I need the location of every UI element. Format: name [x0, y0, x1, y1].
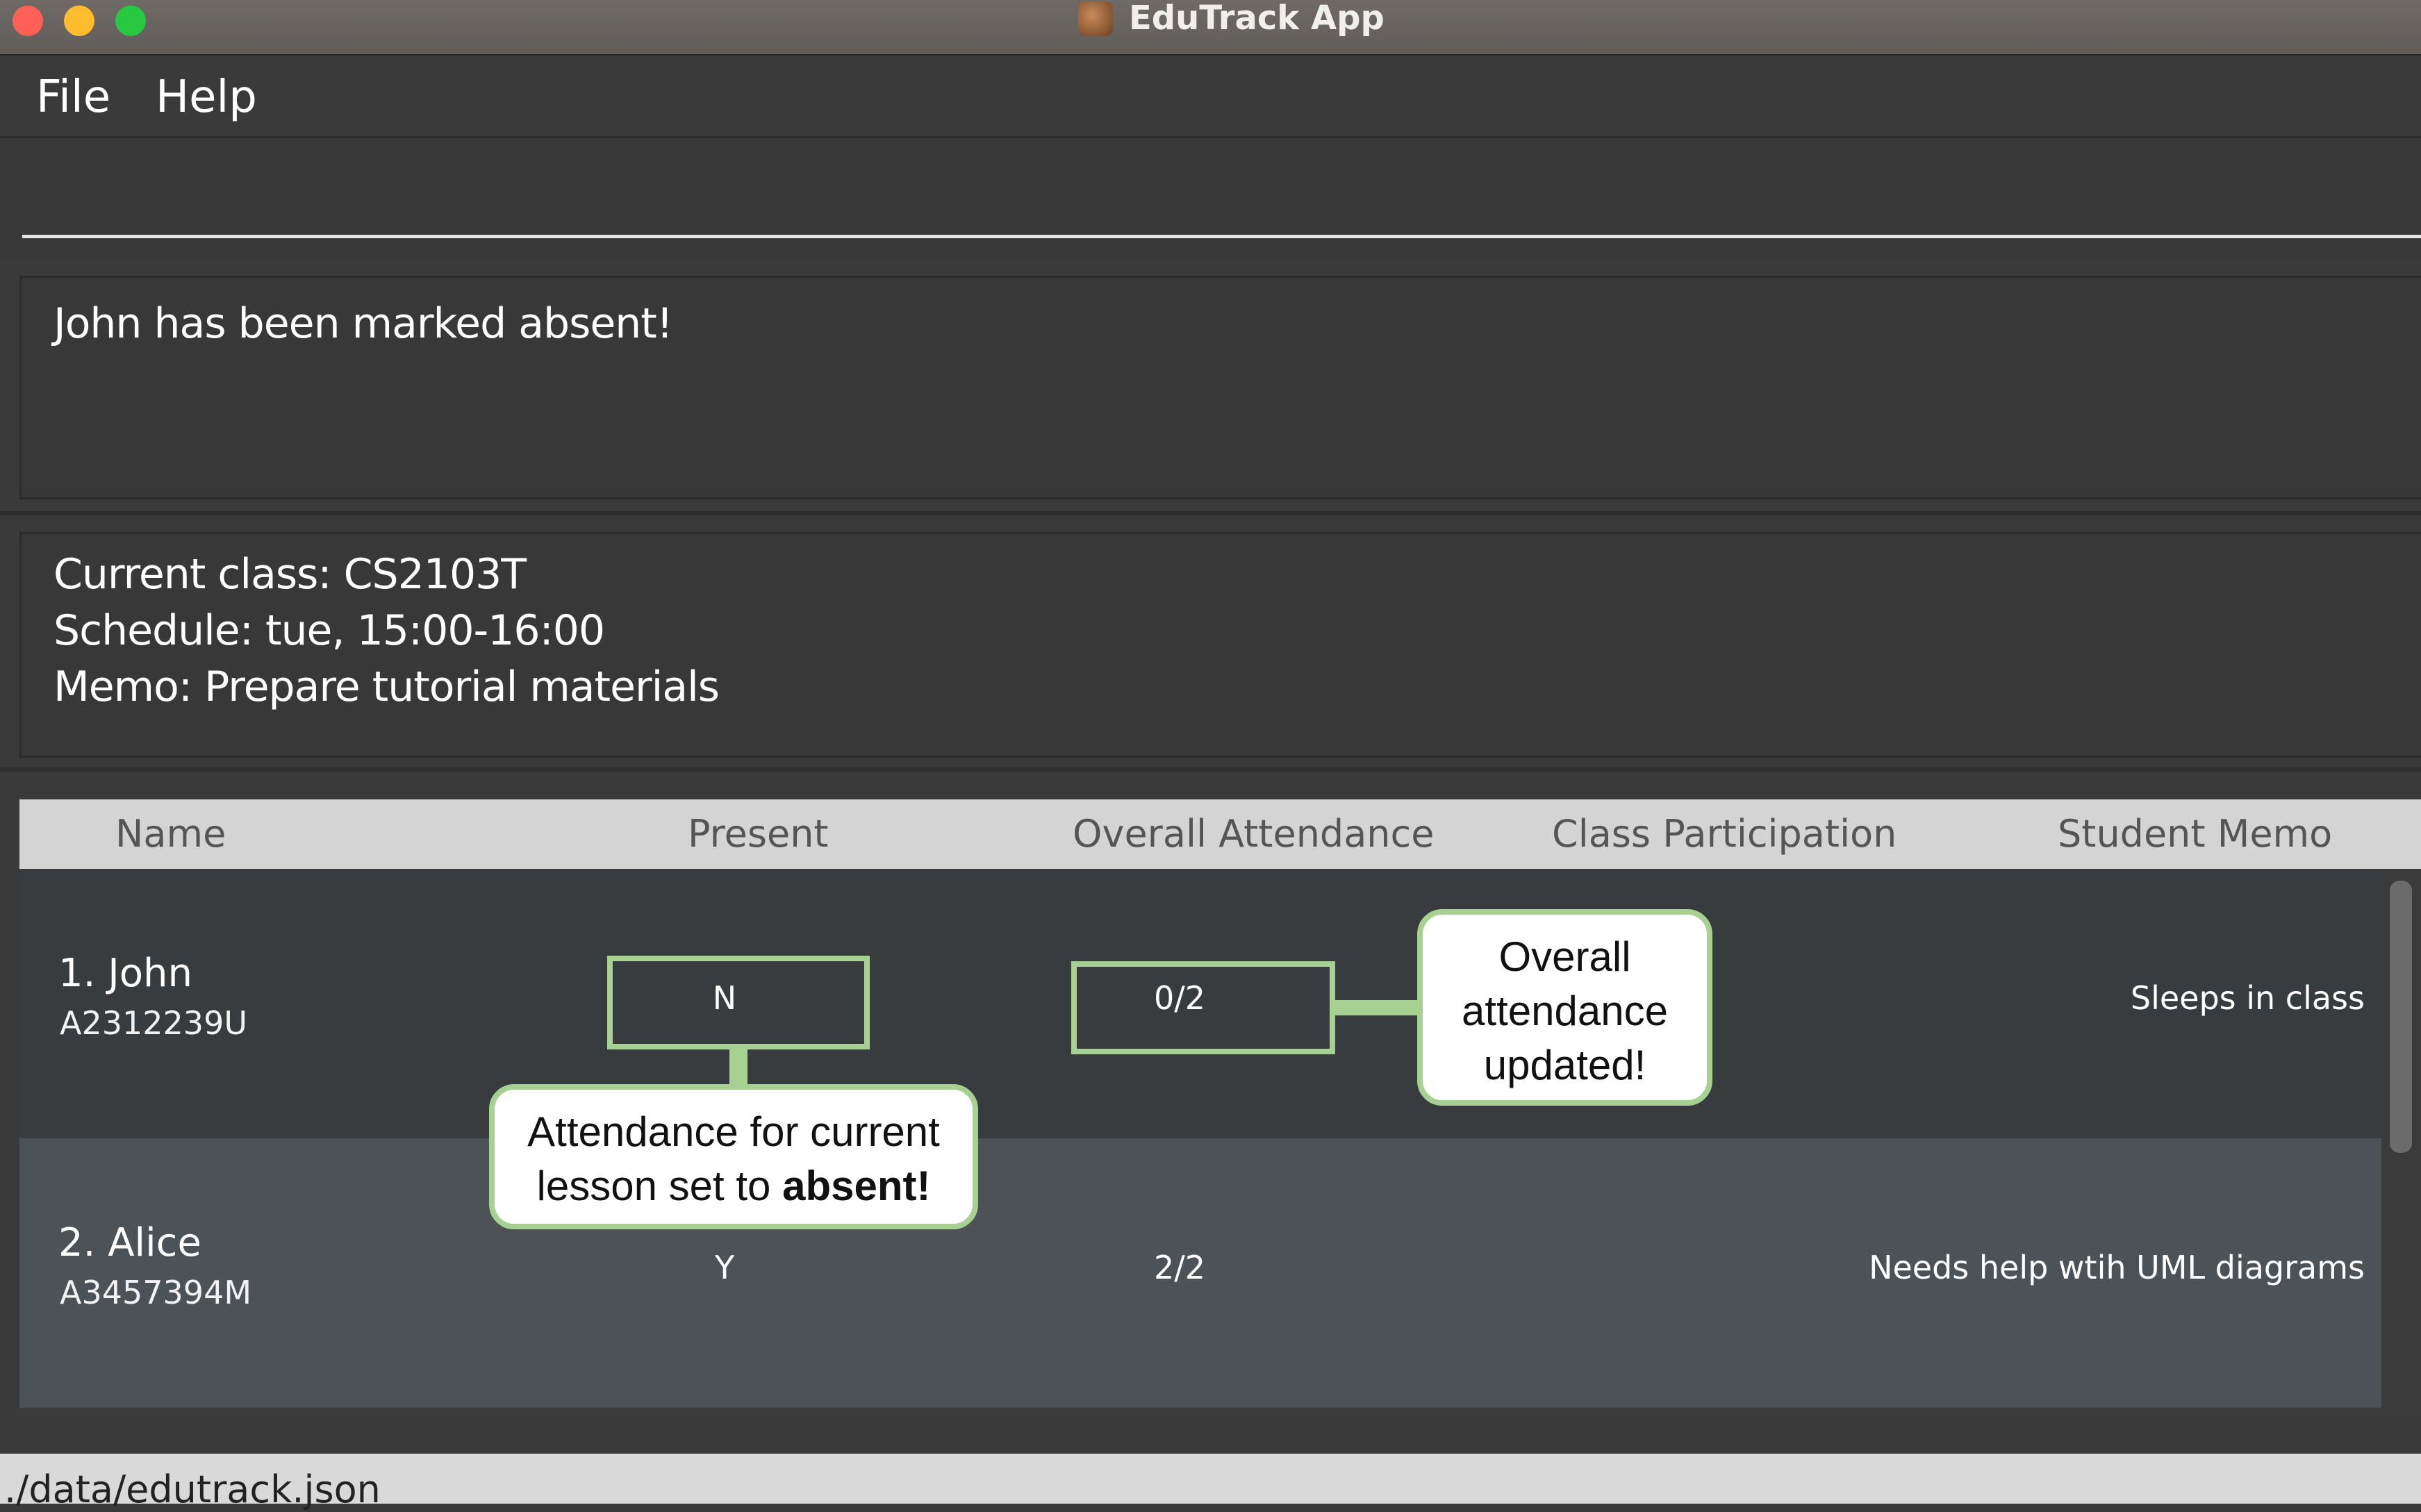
window-title: EduTrack App: [1129, 0, 1385, 38]
callout-text: updated!: [1483, 1042, 1646, 1088]
column-header-overall-attendance[interactable]: Overall Attendance: [1073, 799, 1434, 869]
student-memo-value: Needs help wtih UML diagrams: [1869, 1249, 2365, 1286]
student-id: A2312239U: [60, 1004, 248, 1042]
attendance-callout: Overall attendance updated!: [1417, 909, 1712, 1106]
title-bar: EduTrack App: [0, 0, 2421, 56]
present-callout: Attendance for current lesson set to abs…: [489, 1084, 978, 1229]
callout-connector: [729, 1046, 747, 1088]
menu-bar: File Help: [0, 56, 2421, 138]
attendance-highlight-box: [1071, 961, 1335, 1054]
close-window-button[interactable]: [13, 6, 43, 36]
panel-divider: [0, 767, 2421, 772]
minimize-window-button[interactable]: [64, 6, 94, 36]
table-row[interactable]: 2. Alice A3457394M Y 2/2 Needs help wtih…: [19, 1138, 2381, 1408]
callout-text: attendance: [1462, 988, 1668, 1034]
column-header-student-memo[interactable]: Student Memo: [2058, 799, 2332, 869]
present-highlight-box: [607, 956, 870, 1049]
result-message: John has been marked absent!: [53, 299, 673, 348]
student-name: 2. Alice: [58, 1220, 201, 1265]
callout-connector: [1332, 1000, 1424, 1015]
command-box: [0, 138, 2421, 258]
table-header: Name Present Overall Attendance Class Pa…: [19, 799, 2421, 869]
command-input[interactable]: [22, 169, 2421, 238]
callout-text: lesson set to absent!: [495, 1159, 973, 1213]
student-memo-value: Sleeps in class: [2130, 979, 2365, 1017]
student-table: Name Present Overall Attendance Class Pa…: [19, 799, 2421, 1416]
column-header-name[interactable]: Name: [115, 799, 226, 869]
maximize-window-button[interactable]: [115, 6, 146, 36]
status-bar: ./data/edutrack.json: [0, 1454, 2421, 1511]
class-memo-label: Memo: Prepare tutorial materials: [53, 663, 720, 711]
app-icon: [1078, 1, 1113, 36]
current-class-label: Current class: CS2103T: [53, 550, 527, 599]
schedule-label: Schedule: tue, 15:00-16:00: [53, 606, 605, 655]
menu-file[interactable]: File: [36, 71, 110, 124]
callout-emphasis: absent!: [782, 1163, 931, 1209]
panel-divider: [0, 511, 2421, 515]
student-name: 1. John: [58, 951, 192, 996]
class-info-panel: Current class: CS2103T Schedule: tue, 15…: [19, 532, 2421, 758]
overall-attendance-value: 2/2: [1153, 1249, 1206, 1286]
callout-text: Overall: [1498, 933, 1631, 980]
student-id: A3457394M: [60, 1274, 252, 1311]
callout-text: lesson set to: [536, 1163, 783, 1209]
result-display: John has been marked absent!: [19, 276, 2421, 499]
callout-text: Attendance for current: [527, 1108, 940, 1155]
data-file-path: ./data/edutrack.json: [4, 1468, 381, 1511]
column-header-present[interactable]: Present: [688, 799, 829, 869]
scrollbar-thumb[interactable]: [2390, 881, 2412, 1153]
column-header-class-participation[interactable]: Class Participation: [1552, 799, 1897, 869]
menu-help[interactable]: Help: [156, 71, 257, 124]
present-value: Y: [714, 1249, 735, 1286]
